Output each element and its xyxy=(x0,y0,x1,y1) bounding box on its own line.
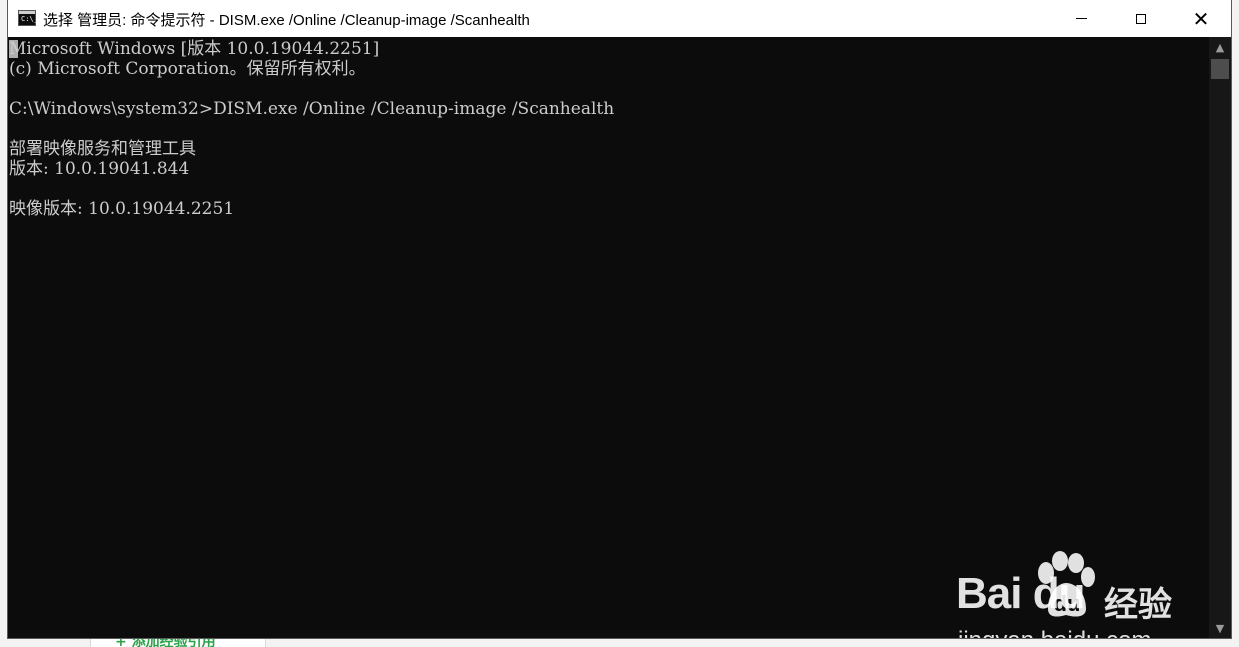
cmd-icon[interactable]: C:\_ xyxy=(18,10,38,26)
scroll-down-button[interactable]: ▼ xyxy=(1209,618,1231,638)
watermark-url: jingyan.baidu.com xyxy=(958,627,1151,638)
baidu-jingyan-watermark: du Bai du 经验 jingyan.baidu.com xyxy=(952,549,1192,638)
cmd-icon-bar xyxy=(19,11,35,14)
title-bar[interactable]: C:\_ 选择 管理员: 命令提示符 - DISM.exe /Online /C… xyxy=(8,0,1231,37)
close-button[interactable]: ✕ xyxy=(1171,0,1231,37)
jingyan-text: 经验 xyxy=(1104,585,1172,625)
console-lines: Microsoft Windows [版本 10.0.19044.2251] (… xyxy=(9,39,614,219)
scroll-thumb[interactable] xyxy=(1211,59,1229,79)
vertical-scrollbar[interactable]: ▲ ▼ xyxy=(1209,37,1231,638)
console-line: (c) Microsoft Corporation。保留所有权利。 xyxy=(9,59,366,79)
console-line: 版本: 10.0.19041.844 xyxy=(9,159,190,179)
close-icon: ✕ xyxy=(1192,6,1210,31)
console-line: Microsoft Windows [版本 10.0.19044.2251] xyxy=(9,39,380,59)
minimize-button[interactable] xyxy=(1051,0,1111,37)
cmd-icon-prompt: C:\_ xyxy=(21,15,38,23)
console-line: 部署映像服务和管理工具 xyxy=(9,139,196,159)
cmd-window[interactable]: C:\_ 选择 管理员: 命令提示符 - DISM.exe /Online /C… xyxy=(8,0,1231,638)
maximize-icon xyxy=(1136,13,1146,24)
text-cursor xyxy=(9,40,18,58)
chevron-down-icon: ▼ xyxy=(1215,621,1225,635)
scroll-up-button[interactable]: ▲ xyxy=(1209,37,1231,57)
console-line: C:\Windows\system32>DISM.exe /Online /Cl… xyxy=(9,99,615,119)
console-output[interactable]: Microsoft Windows [版本 10.0.19044.2251] (… xyxy=(8,37,1209,638)
console-line: 映像版本: 10.0.19044.2251 xyxy=(9,199,235,219)
chevron-up-icon: ▲ xyxy=(1215,40,1225,54)
baidu-logo-text: Bai du xyxy=(956,569,1085,618)
window-title: 选择 管理员: 命令提示符 - DISM.exe /Online /Cleanu… xyxy=(43,12,530,29)
minimize-icon xyxy=(1075,18,1087,19)
maximize-button[interactable] xyxy=(1111,0,1171,37)
